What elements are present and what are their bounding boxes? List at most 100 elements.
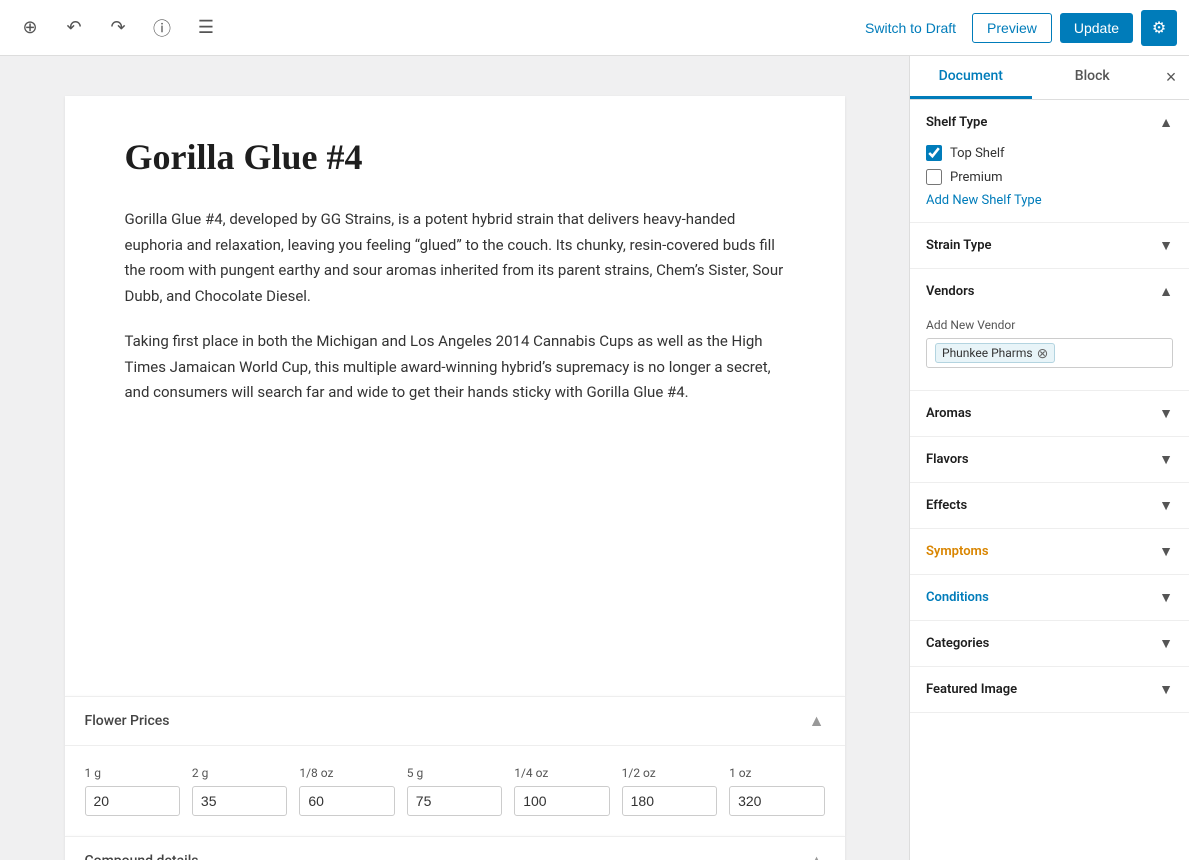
categories-panel: Categories ▼ bbox=[910, 621, 1189, 667]
vendor-input-wrap: Add New Vendor Phunkee Pharms ⊗ bbox=[926, 318, 1173, 368]
featured-image-title: Featured Image bbox=[926, 682, 1017, 697]
settings-button[interactable]: ⚙ bbox=[1141, 10, 1177, 46]
compound-details-block: Compound details ▲ THC %THCA %CBD %CBA %… bbox=[65, 836, 845, 860]
price-input-0[interactable] bbox=[85, 786, 180, 816]
flower-prices-title: Flower Prices bbox=[85, 713, 170, 729]
flavors-header[interactable]: Flavors ▼ bbox=[910, 437, 1189, 482]
menu-button[interactable]: ☰ bbox=[188, 10, 224, 46]
price-col-5: 1/2 oz bbox=[622, 766, 717, 816]
featured-image-chevron-icon: ▼ bbox=[1159, 681, 1173, 698]
categories-title: Categories bbox=[926, 636, 989, 651]
top-shelf-checkbox[interactable] bbox=[926, 145, 942, 161]
strain-type-title: Strain Type bbox=[926, 238, 992, 253]
shelf-type-title: Shelf Type bbox=[926, 115, 987, 130]
aromas-title: Aromas bbox=[926, 406, 972, 421]
effects-header[interactable]: Effects ▼ bbox=[910, 483, 1189, 528]
sidebar-tabs: Document Block × bbox=[910, 56, 1189, 100]
price-label-2: 1/8 oz bbox=[299, 766, 394, 780]
premium-checkbox[interactable] bbox=[926, 169, 942, 185]
vendor-tag-label: Phunkee Pharms bbox=[942, 346, 1033, 360]
flower-prices-body: 1 g 2 g 1/8 oz 5 g 1/4 oz 1/2 oz 1 oz bbox=[65, 746, 845, 836]
body-paragraph-1[interactable]: Gorilla Glue #4, developed by GG Strains… bbox=[125, 207, 785, 309]
effects-panel: Effects ▼ bbox=[910, 483, 1189, 529]
vendor-add-label: Add New Vendor bbox=[926, 318, 1173, 332]
tab-document[interactable]: Document bbox=[910, 56, 1032, 99]
preview-button[interactable]: Preview bbox=[972, 13, 1052, 43]
price-label-1: 2 g bbox=[192, 766, 287, 780]
top-shelf-label[interactable]: Top Shelf bbox=[950, 146, 1005, 161]
effects-title: Effects bbox=[926, 498, 967, 513]
price-col-1: 2 g bbox=[192, 766, 287, 816]
post-title[interactable]: Gorilla Glue #4 bbox=[125, 136, 785, 179]
flavors-title: Flavors bbox=[926, 452, 969, 467]
symptoms-header[interactable]: Symptoms ▼ bbox=[910, 529, 1189, 574]
toolbar-right: Switch to Draft Preview Update ⚙ bbox=[857, 10, 1177, 46]
price-grid: 1 g 2 g 1/8 oz 5 g 1/4 oz 1/2 oz 1 oz bbox=[85, 766, 825, 816]
toolbar: ⊕ ↶ ↷ ⓘ ☰ Switch to Draft Preview Update… bbox=[0, 0, 1189, 56]
toolbar-left: ⊕ ↶ ↷ ⓘ ☰ bbox=[12, 10, 224, 46]
info-button[interactable]: ⓘ bbox=[144, 10, 180, 46]
flavors-panel: Flavors ▼ bbox=[910, 437, 1189, 483]
vendors-panel: Vendors ▲ Add New Vendor Phunkee Pharms … bbox=[910, 269, 1189, 391]
editor-area: Gorilla Glue #4 Gorilla Glue #4, develop… bbox=[0, 56, 909, 860]
vendors-title: Vendors bbox=[926, 284, 974, 299]
tab-block[interactable]: Block bbox=[1032, 56, 1154, 99]
undo-button[interactable]: ↶ bbox=[56, 10, 92, 46]
compound-details-header[interactable]: Compound details ▲ bbox=[65, 837, 845, 860]
price-input-4[interactable] bbox=[514, 786, 609, 816]
featured-image-panel: Featured Image ▼ bbox=[910, 667, 1189, 713]
add-block-button[interactable]: ⊕ bbox=[12, 10, 48, 46]
update-button[interactable]: Update bbox=[1060, 13, 1133, 43]
sidebar-close-button[interactable]: × bbox=[1153, 56, 1189, 99]
price-input-2[interactable] bbox=[299, 786, 394, 816]
symptoms-title: Symptoms bbox=[926, 544, 989, 559]
vendor-tag-remove-button[interactable]: ⊗ bbox=[1037, 346, 1049, 360]
vendors-header[interactable]: Vendors ▲ bbox=[910, 269, 1189, 314]
price-col-2: 1/8 oz bbox=[299, 766, 394, 816]
strain-type-header[interactable]: Strain Type ▼ bbox=[910, 223, 1189, 268]
aromas-panel: Aromas ▼ bbox=[910, 391, 1189, 437]
aromas-header[interactable]: Aromas ▼ bbox=[910, 391, 1189, 436]
strain-type-chevron-icon: ▼ bbox=[1159, 237, 1173, 254]
price-input-5[interactable] bbox=[622, 786, 717, 816]
editor-content: Gorilla Glue #4 Gorilla Glue #4, develop… bbox=[65, 96, 845, 696]
conditions-header[interactable]: Conditions ▼ bbox=[910, 575, 1189, 620]
conditions-panel: Conditions ▼ bbox=[910, 575, 1189, 621]
price-label-0: 1 g bbox=[85, 766, 180, 780]
price-input-3[interactable] bbox=[407, 786, 502, 816]
price-col-3: 5 g bbox=[407, 766, 502, 816]
vendor-tag-container: Phunkee Pharms ⊗ bbox=[926, 338, 1173, 368]
flavors-chevron-icon: ▼ bbox=[1159, 451, 1173, 468]
price-col-4: 1/4 oz bbox=[514, 766, 609, 816]
premium-label[interactable]: Premium bbox=[950, 170, 1003, 185]
symptoms-panel: Symptoms ▼ bbox=[910, 529, 1189, 575]
shelf-type-body: Top Shelf Premium Add New Shelf Type bbox=[910, 145, 1189, 222]
add-new-shelf-type-link[interactable]: Add New Shelf Type bbox=[926, 193, 1173, 208]
vendor-tag: Phunkee Pharms ⊗ bbox=[935, 343, 1055, 363]
post-body: Gorilla Glue #4, developed by GG Strains… bbox=[125, 207, 785, 406]
price-label-5: 1/2 oz bbox=[622, 766, 717, 780]
switch-to-draft-button[interactable]: Switch to Draft bbox=[857, 14, 964, 42]
price-label-3: 5 g bbox=[407, 766, 502, 780]
aromas-chevron-icon: ▼ bbox=[1159, 405, 1173, 422]
shelf-type-header[interactable]: Shelf Type ▲ bbox=[910, 100, 1189, 145]
flower-prices-block: Flower Prices ▲ 1 g 2 g 1/8 oz 5 g 1/4 oz 1/2… bbox=[65, 696, 845, 836]
flower-prices-header[interactable]: Flower Prices ▲ bbox=[65, 697, 845, 746]
body-paragraph-2[interactable]: Taking first place in both the Michigan … bbox=[125, 329, 785, 406]
effects-chevron-icon: ▼ bbox=[1159, 497, 1173, 514]
strain-type-panel: Strain Type ▼ bbox=[910, 223, 1189, 269]
conditions-title: Conditions bbox=[926, 590, 989, 605]
price-input-6[interactable] bbox=[729, 786, 824, 816]
redo-button[interactable]: ↷ bbox=[100, 10, 136, 46]
price-input-1[interactable] bbox=[192, 786, 287, 816]
featured-image-header[interactable]: Featured Image ▼ bbox=[910, 667, 1189, 712]
price-label-4: 1/4 oz bbox=[514, 766, 609, 780]
flower-prices-chevron-icon: ▲ bbox=[809, 711, 825, 731]
price-col-0: 1 g bbox=[85, 766, 180, 816]
main-layout: Gorilla Glue #4 Gorilla Glue #4, develop… bbox=[0, 56, 1189, 860]
categories-header[interactable]: Categories ▼ bbox=[910, 621, 1189, 666]
price-col-6: 1 oz bbox=[729, 766, 824, 816]
checkbox-premium: Premium bbox=[926, 169, 1173, 185]
compound-details-title: Compound details bbox=[85, 853, 199, 860]
sidebar: Document Block × Shelf Type ▲ Top Shelf … bbox=[909, 56, 1189, 860]
